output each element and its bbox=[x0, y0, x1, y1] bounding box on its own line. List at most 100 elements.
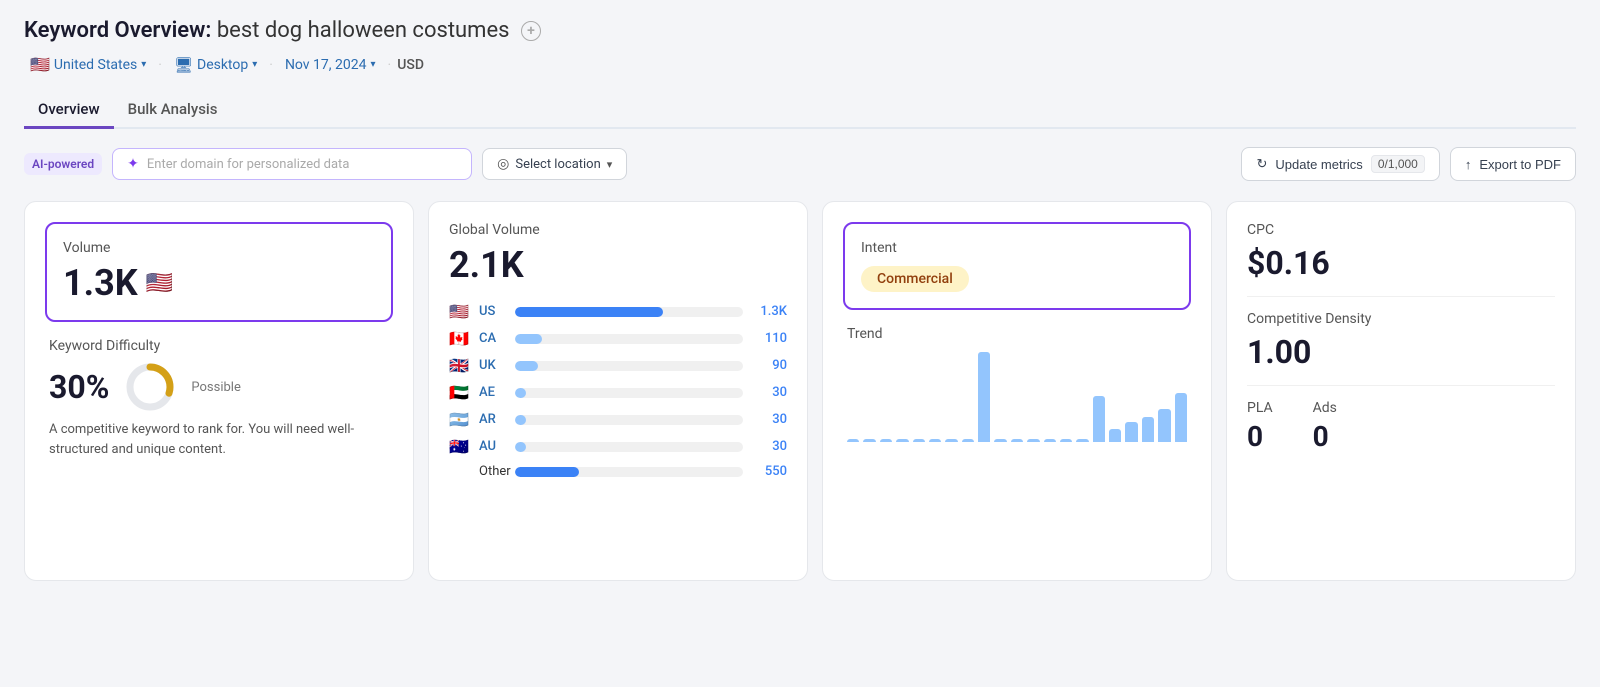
trend-bar bbox=[978, 352, 990, 442]
kd-sub: Possible bbox=[191, 380, 240, 395]
volume-flag: 🇺🇸 bbox=[146, 271, 173, 296]
country-bar-fill bbox=[515, 307, 663, 317]
export-label: Export to PDF bbox=[1479, 157, 1561, 172]
trend-bar bbox=[1125, 422, 1137, 442]
tab-overview[interactable]: Overview bbox=[24, 92, 114, 129]
intent-section: Intent Commercial bbox=[843, 222, 1191, 310]
country-value: 30 bbox=[751, 439, 787, 454]
currency-label: USD bbox=[397, 57, 424, 73]
location-icon: ◎ bbox=[497, 156, 509, 172]
add-keyword-button[interactable]: + bbox=[521, 21, 541, 41]
ai-powered-badge: AI-powered bbox=[24, 153, 102, 175]
trend-bar bbox=[1044, 439, 1056, 442]
intent-label: Intent bbox=[861, 240, 1173, 256]
trend-bars bbox=[847, 352, 1187, 442]
trend-bar bbox=[945, 439, 957, 442]
gv-value: 2.1K bbox=[449, 244, 787, 286]
volume-value: 1.3K 🇺🇸 bbox=[63, 262, 375, 304]
trend-bar bbox=[1142, 417, 1154, 442]
country-name: United States bbox=[54, 57, 137, 73]
pla-value: 0 bbox=[1247, 420, 1273, 453]
meta-row: 🇺🇸 United States ▾ · 🖥 Desktop ▾ · Nov 1… bbox=[24, 53, 1576, 76]
trend-bar bbox=[994, 439, 1006, 442]
cpc-value: $0.16 bbox=[1247, 244, 1555, 282]
trend-bar bbox=[1076, 439, 1088, 442]
country-flag: 🇦🇷 bbox=[449, 410, 471, 429]
intent-badge: Commercial bbox=[861, 266, 969, 292]
other-value: 550 bbox=[751, 464, 787, 479]
trend-bar bbox=[929, 439, 941, 442]
volume-section: Volume 1.3K 🇺🇸 bbox=[45, 222, 393, 322]
tabs-row: Overview Bulk Analysis bbox=[24, 92, 1576, 129]
device-selector[interactable]: 🖥 Desktop ▾ bbox=[168, 54, 263, 76]
toolbar: AI-powered ✦ Enter domain for personaliz… bbox=[24, 147, 1576, 181]
trend-bar bbox=[1027, 439, 1039, 442]
ads-label: Ads bbox=[1313, 400, 1337, 416]
tab-bulk-analysis[interactable]: Bulk Analysis bbox=[114, 92, 232, 129]
ads-value: 0 bbox=[1313, 420, 1337, 453]
update-label: Update metrics bbox=[1275, 157, 1362, 172]
trend-bar bbox=[1060, 439, 1072, 442]
export-pdf-button[interactable]: ↑ Export to PDF bbox=[1450, 147, 1576, 181]
country-row: 🇦🇺 AU 30 bbox=[449, 437, 787, 456]
country-code: US bbox=[479, 304, 507, 319]
other-row: Other 550 bbox=[449, 464, 787, 479]
domain-input[interactable]: ✦ Enter domain for personalized data bbox=[112, 148, 472, 180]
cards-grid: Volume 1.3K 🇺🇸 Keyword Difficulty 30% bbox=[24, 201, 1576, 581]
page-title: Keyword Overview: best dog halloween cos… bbox=[24, 18, 1576, 43]
country-flag: 🇦🇺 bbox=[449, 437, 471, 456]
trend-section: Trend bbox=[843, 326, 1191, 442]
cd-value: 1.00 bbox=[1247, 333, 1555, 371]
other-bar-fill bbox=[515, 467, 579, 477]
country-bar-container bbox=[515, 415, 743, 425]
country-value: 90 bbox=[751, 358, 787, 373]
country-bar-container bbox=[515, 361, 743, 371]
pla-item: PLA 0 bbox=[1247, 400, 1273, 453]
update-metrics-button[interactable]: ↻ Update metrics 0/1,000 bbox=[1241, 147, 1439, 181]
location-placeholder: Select location bbox=[515, 157, 600, 172]
country-code: CA bbox=[479, 331, 507, 346]
location-selector[interactable]: ◎ Select location ▾ bbox=[482, 148, 627, 180]
kd-section: Keyword Difficulty 30% Possible A compet… bbox=[45, 338, 393, 459]
country-code: AU bbox=[479, 439, 507, 454]
left-card: Volume 1.3K 🇺🇸 Keyword Difficulty 30% bbox=[24, 201, 414, 581]
trend-bar bbox=[1175, 393, 1187, 442]
country-value: 30 bbox=[751, 385, 787, 400]
device-chevron-icon: ▾ bbox=[252, 59, 257, 70]
ads-item: Ads 0 bbox=[1313, 400, 1337, 453]
country-flag: 🇺🇸 bbox=[30, 55, 50, 74]
country-selector[interactable]: 🇺🇸 United States ▾ bbox=[24, 53, 152, 76]
country-flag: 🇺🇸 bbox=[449, 302, 471, 321]
pla-label: PLA bbox=[1247, 400, 1273, 416]
donut-chart bbox=[123, 360, 177, 414]
country-value: 1.3K bbox=[751, 304, 787, 319]
toolbar-right: ↻ Update metrics 0/1,000 ↑ Export to PDF bbox=[1241, 147, 1576, 181]
country-bar-fill bbox=[515, 388, 526, 398]
trend-bar bbox=[896, 439, 908, 442]
other-bar bbox=[515, 467, 743, 477]
cpc-section: CPC $0.16 bbox=[1247, 222, 1555, 297]
intent-trend-card: Intent Commercial Trend bbox=[822, 201, 1212, 581]
trend-bar bbox=[913, 439, 925, 442]
kd-label: Keyword Difficulty bbox=[49, 338, 389, 354]
kd-value: 30% bbox=[49, 368, 109, 406]
trend-bar bbox=[863, 439, 875, 442]
title-prefix: Keyword Overview: bbox=[24, 18, 211, 43]
refresh-icon: ↻ bbox=[1256, 156, 1267, 172]
country-code: UK bbox=[479, 358, 507, 373]
location-chevron-icon: ▾ bbox=[607, 158, 613, 171]
cpc-label: CPC bbox=[1247, 222, 1555, 238]
trend-bar bbox=[1158, 409, 1170, 442]
right-card: CPC $0.16 Competitive Density 1.00 PLA 0… bbox=[1226, 201, 1576, 581]
country-chevron-icon: ▾ bbox=[141, 59, 146, 70]
domain-placeholder: Enter domain for personalized data bbox=[147, 157, 350, 172]
country-flag: 🇨🇦 bbox=[449, 329, 471, 348]
trend-bar bbox=[962, 439, 974, 442]
country-row: 🇦🇷 AR 30 bbox=[449, 410, 787, 429]
country-value: 30 bbox=[751, 412, 787, 427]
country-bar-fill bbox=[515, 442, 526, 452]
date-selector[interactable]: Nov 17, 2024 ▾ bbox=[279, 55, 382, 75]
gv-label: Global Volume bbox=[449, 222, 787, 238]
cd-label: Competitive Density bbox=[1247, 311, 1555, 327]
sparkle-icon: ✦ bbox=[127, 156, 139, 172]
